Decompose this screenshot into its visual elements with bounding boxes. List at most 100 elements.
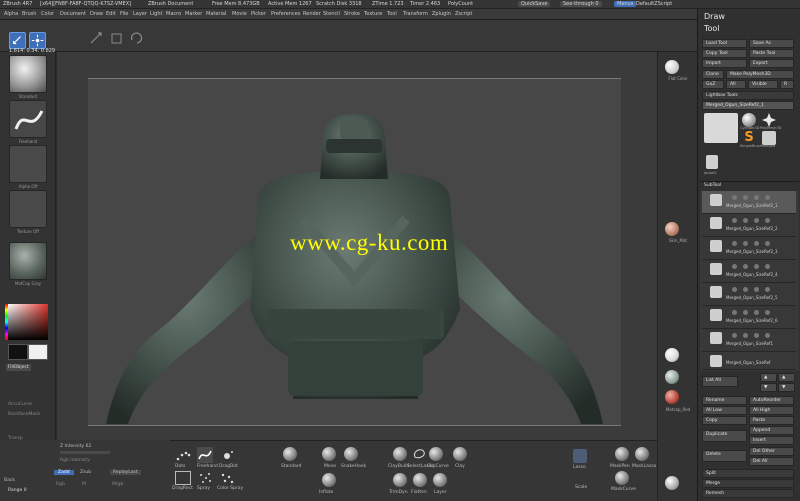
flatten-brush-icon[interactable] — [413, 473, 427, 487]
move-mode-button[interactable] — [88, 30, 105, 47]
accucurve-toggle[interactable]: AccuCurve — [8, 402, 32, 407]
dragdot-stroke-icon[interactable] — [219, 449, 235, 463]
menu-zplugin[interactable]: Zplugin — [432, 11, 451, 17]
visible-button[interactable]: Visible — [748, 80, 778, 89]
replay-last-button[interactable]: ReplayLast — [110, 470, 141, 475]
current-tool-thumbnail[interactable] — [704, 113, 738, 143]
current-tool-selector[interactable]: Merged_Ogun_SizeRef2_1 — [702, 101, 794, 110]
zsub-button[interactable]: Zsub — [80, 470, 91, 475]
lasso-mask-button[interactable] — [573, 449, 587, 463]
red-matcap-icon[interactable] — [665, 390, 679, 404]
trimdynamic-brush-icon[interactable] — [393, 473, 407, 487]
cylinder-tool-icon[interactable] — [742, 113, 756, 127]
del-all-button[interactable]: Del All — [749, 457, 794, 466]
r-button[interactable]: R — [780, 80, 794, 89]
edit-mode-button[interactable] — [9, 32, 26, 49]
maskpen-brush-icon[interactable] — [615, 447, 629, 461]
import-button[interactable]: Import — [702, 59, 747, 68]
rotate-mode-button[interactable] — [128, 30, 145, 47]
arrow-down-double-button[interactable]: ▼ — [778, 383, 795, 392]
menu-document[interactable]: Document — [60, 11, 86, 17]
dots-stroke-icon[interactable] — [175, 449, 191, 463]
menu-edit[interactable]: Edit — [106, 11, 116, 17]
insert-button[interactable]: Insert — [749, 436, 794, 445]
skin-material-icon[interactable] — [665, 222, 679, 236]
tool-palette-title[interactable]: Tool — [704, 24, 720, 33]
hue-strip[interactable] — [5, 304, 8, 340]
menu-texture[interactable]: Texture — [364, 11, 382, 17]
subtool-item[interactable]: Merged_Ogun_SizeRef1 — [702, 329, 796, 352]
del-other-button[interactable]: Del Other — [749, 447, 794, 456]
brush-thumbnail[interactable] — [9, 55, 47, 93]
menu-light[interactable]: Light — [150, 11, 162, 17]
layer-brush-icon[interactable] — [433, 473, 447, 487]
goz-button[interactable]: GoZ — [702, 80, 724, 89]
save-as-button[interactable]: Save As — [749, 39, 794, 48]
stroke-thumbnail[interactable] — [9, 100, 47, 138]
maskcurve-brush-icon[interactable] — [615, 471, 629, 485]
range-slider[interactable]: Range 0 — [8, 488, 27, 493]
z-intensity-slider[interactable]: Z Intensity 62 — [60, 444, 91, 449]
copy-button[interactable]: Copy — [702, 416, 747, 425]
color-spray-stroke-icon[interactable] — [219, 471, 235, 485]
menu-transform[interactable]: Transform — [403, 11, 428, 17]
subtool-header[interactable]: SubTool — [704, 183, 721, 188]
split-button[interactable]: Split — [702, 469, 794, 478]
menu-zscript[interactable]: Zscript — [455, 11, 472, 17]
alpha-thumbnail[interactable] — [9, 145, 47, 183]
delete-button[interactable]: Delete — [702, 450, 747, 462]
polymesh-tool-icon[interactable] — [762, 113, 776, 127]
clay-brush-icon[interactable] — [453, 447, 467, 461]
gray-material-icon[interactable] — [665, 370, 679, 384]
merged-tool-icon[interactable] — [762, 131, 776, 145]
menu-macro[interactable]: Macro — [166, 11, 181, 17]
rgb-button[interactable]: Rgb — [56, 482, 65, 487]
menu-marker[interactable]: Marker — [185, 11, 202, 17]
z-intensity-track[interactable] — [60, 451, 110, 454]
menu-stencil[interactable]: Stencil — [323, 11, 340, 17]
inflate-brush-icon[interactable] — [322, 473, 336, 487]
jacket-tool-icon[interactable] — [706, 155, 718, 169]
menu-color[interactable]: Color — [41, 11, 54, 17]
back-button[interactable]: Back — [4, 478, 15, 483]
menu-alpha[interactable]: Alpha — [4, 11, 18, 17]
copy-tool-button[interactable]: Copy Tool — [702, 49, 747, 58]
fill-object-button[interactable]: FillObject — [6, 364, 31, 371]
remesh-button[interactable]: Remesh — [702, 489, 794, 498]
spray-stroke-icon[interactable] — [197, 471, 213, 485]
auto-reorder-button[interactable]: AutoReorder — [749, 396, 794, 405]
rename-button[interactable]: Rename — [702, 396, 747, 405]
clipcurve-brush-icon[interactable] — [429, 447, 443, 461]
seethrough-slider[interactable]: See-through 0 — [560, 1, 602, 7]
all-button[interactable]: All — [726, 80, 746, 89]
move-brush-icon[interactable] — [322, 447, 336, 461]
rgb-intensity-slider[interactable]: Rgb Intensity — [60, 458, 90, 463]
freehand-stroke-button[interactable] — [197, 447, 213, 463]
dragrect-stroke-icon[interactable] — [175, 471, 191, 485]
append-button[interactable]: Append — [749, 426, 794, 435]
subtool-item[interactable]: Merged_Ogun_SizeRef2_2 — [702, 214, 796, 237]
mrgb-button[interactable]: Mrgb — [112, 482, 123, 487]
claybuild-brush-icon[interactable] — [393, 447, 407, 461]
masklasso-brush-icon[interactable] — [635, 447, 649, 461]
arrow-up-button[interactable]: ▲ — [760, 373, 777, 382]
load-tool-button[interactable]: Load Tool — [702, 39, 747, 48]
draw-palette-title[interactable]: Draw — [704, 12, 725, 21]
duplicate-button[interactable]: Duplicate — [702, 430, 747, 442]
arrow-up-double-button[interactable]: ▲ — [778, 373, 795, 382]
menu-render[interactable]: Render — [303, 11, 321, 17]
subtool-item[interactable]: Merged_Ogun_SizeRef — [702, 352, 796, 370]
merge-button[interactable]: Merge — [702, 479, 794, 488]
menu-layer[interactable]: Layer — [133, 11, 147, 17]
standard-brush-icon[interactable] — [283, 447, 297, 461]
menu-picker[interactable]: Picker — [251, 11, 266, 17]
subtool-item[interactable]: Merged_Ogun_SizeRef2_5 — [702, 283, 796, 306]
make-polymesh-button[interactable]: Make PolyMesh3D — [726, 70, 794, 79]
arrow-down-button[interactable]: ▼ — [760, 383, 777, 392]
menu-movie[interactable]: Movie — [232, 11, 247, 17]
all-high-button[interactable]: All High — [749, 406, 794, 415]
subtool-item[interactable]: Merged_Ogun_SizeRef2_1 — [702, 191, 796, 214]
menu-stroke[interactable]: Stroke — [344, 11, 360, 17]
white-material-icon[interactable] — [665, 348, 679, 362]
menu-brush[interactable]: Brush — [22, 11, 36, 17]
